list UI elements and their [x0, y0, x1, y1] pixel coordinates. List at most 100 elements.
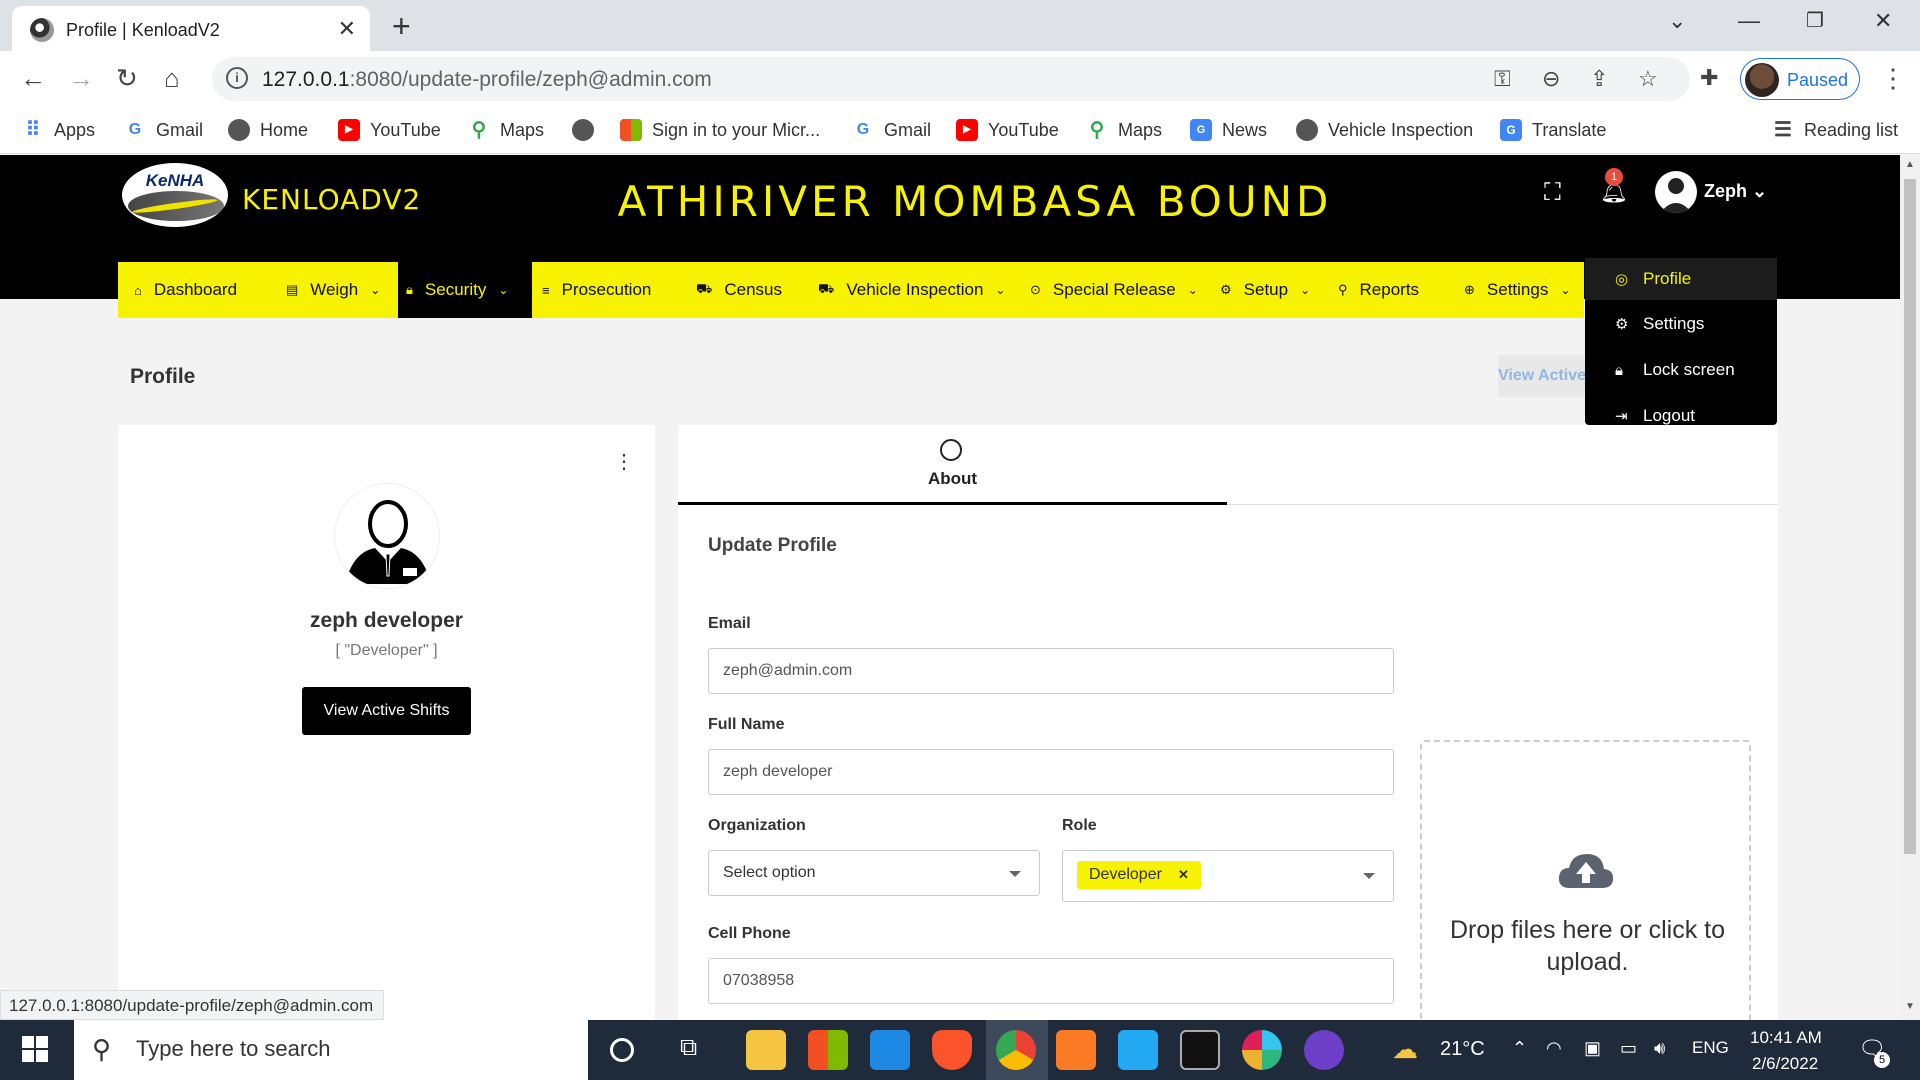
terminal-icon[interactable] — [1180, 1030, 1220, 1070]
bookmark-home[interactable]: Home — [228, 116, 308, 144]
menu-item-setup[interactable]: ⚙ Setup ⌄ — [1220, 262, 1310, 318]
menu-item-security[interactable]: 🔒︎ Security ⌄ — [398, 262, 532, 318]
tab-about[interactable]: About — [678, 425, 1227, 505]
mail-icon[interactable] — [870, 1030, 910, 1070]
home-icon: ⌂ — [134, 282, 142, 298]
dropdown-item-logout[interactable]: ⇥ Logout — [1585, 395, 1777, 437]
share-icon[interactable]: ⇪ — [1590, 66, 1608, 92]
view-active-shifts-button[interactable]: View Active Shifts — [302, 687, 471, 735]
battery-icon[interactable]: ▭ — [1620, 1038, 1637, 1059]
menu-item-special-release[interactable]: ⊙ Special Release ⌄ — [1030, 262, 1198, 318]
fullname-field[interactable] — [708, 749, 1394, 795]
close-tab-icon[interactable]: ✕ — [338, 16, 356, 42]
bookmark-gmail-2[interactable]: G Gmail — [852, 116, 931, 144]
bookmark-apps[interactable]: ⠿ Apps — [22, 116, 95, 144]
more-options-icon[interactable]: ⋮ — [614, 449, 634, 474]
menu-item-reports[interactable]: ⚲ Reports — [1338, 262, 1419, 318]
file-dropzone[interactable]: Drop files here or click to upload. — [1420, 740, 1751, 1020]
home-icon[interactable]: ⌂ — [164, 63, 180, 94]
scroll-up-icon[interactable]: ▲ — [1905, 159, 1915, 170]
reload-icon[interactable]: ↻ — [116, 63, 138, 94]
wifi-icon[interactable]: ◠ — [1546, 1038, 1562, 1059]
window-close-icon[interactable]: ✕ — [1874, 8, 1892, 34]
back-icon[interactable]: ← — [20, 63, 46, 94]
xampp-icon[interactable] — [1056, 1030, 1096, 1070]
key-icon[interactable]: ⚿ — [1494, 66, 1511, 92]
email-field[interactable] — [708, 648, 1394, 694]
menu-item-prosecution[interactable]: ≡ Prosecution — [542, 262, 651, 318]
scroll-down-icon[interactable]: ▼ — [1905, 1001, 1915, 1012]
reading-list[interactable]: ☰ Reading list — [1772, 116, 1898, 144]
browser-tab[interactable]: Profile | KenloadV2 ✕ — [12, 6, 370, 51]
remove-tag-icon[interactable]: ✕ — [1178, 867, 1189, 883]
google-icon: G — [856, 121, 870, 138]
clock-time[interactable]: 10:41 AM — [1750, 1028, 1822, 1048]
user-avatar[interactable] — [1655, 171, 1697, 213]
globe-icon — [572, 119, 594, 141]
new-tab-icon[interactable]: + — [392, 8, 411, 45]
bookmark-translate[interactable]: G Translate — [1500, 116, 1606, 144]
scrollbar-thumb[interactable] — [1904, 179, 1916, 854]
lock-icon: 🔒︎ — [1615, 361, 1623, 379]
view-active-shifts-link[interactable]: View Active Shifts — [1498, 355, 1588, 397]
profile-button[interactable]: Paused — [1740, 58, 1860, 100]
profile-avatar-image — [334, 483, 440, 589]
temperature[interactable]: 21°C — [1440, 1038, 1485, 1061]
organization-select[interactable]: Select option — [708, 850, 1040, 896]
address-bar[interactable]: i 127.0.0.1:8080/update-profile/zeph@adm… — [212, 57, 1690, 101]
role-select[interactable]: Developer ✕ — [1062, 850, 1394, 902]
fullscreen-icon[interactable]: ⛶ — [1544, 179, 1561, 207]
tab-search-chevron-icon[interactable]: ⌄ — [1668, 8, 1686, 34]
user-menu-toggle[interactable]: Zeph ⌄ — [1704, 181, 1767, 202]
bookmark-vehicle-inspection[interactable]: Vehicle Inspection — [1296, 116, 1473, 144]
vscode-icon[interactable] — [1118, 1030, 1158, 1070]
bookmark-gmail[interactable]: G Gmail — [124, 116, 203, 144]
reading-list-icon: ☰ — [1774, 119, 1792, 141]
microsoft-store-icon[interactable] — [808, 1030, 848, 1070]
chrome-icon[interactable] — [996, 1030, 1036, 1070]
menu-item-vehicle-inspection[interactable]: ⛟ Vehicle Inspection ⌄ — [818, 262, 1005, 318]
menu-item-dashboard[interactable]: ⌂ Dashboard — [134, 262, 237, 318]
dropdown-item-lock-screen[interactable]: 🔒︎ Lock screen — [1585, 349, 1777, 391]
menu-item-weigh[interactable]: ▤ Weigh ⌄ — [286, 262, 380, 318]
file-explorer-icon[interactable] — [746, 1030, 786, 1070]
bookmark-youtube-2[interactable]: ▶ YouTube — [956, 116, 1059, 144]
language-indicator[interactable]: ENG — [1692, 1038, 1729, 1058]
paperclip-icon: ⚲ — [1338, 282, 1348, 297]
bookmark-microsoft[interactable]: Sign in to your Micr... — [620, 116, 820, 144]
cellphone-field[interactable] — [708, 958, 1394, 1004]
task-view-icon[interactable]: ⧉ — [680, 1034, 697, 1062]
target-icon: ⊙ — [1030, 282, 1041, 297]
dropdown-item-settings[interactable]: ⚙ Settings — [1585, 303, 1777, 345]
github-desktop-icon[interactable] — [1304, 1030, 1344, 1070]
cortana-icon[interactable] — [610, 1038, 634, 1062]
minimize-icon[interactable]: — — [1738, 8, 1760, 34]
taskbar-search[interactable]: ⚲ Type here to search — [74, 1020, 588, 1080]
bookmark-youtube[interactable]: ▶ YouTube — [338, 116, 441, 144]
bookmark-maps-2[interactable]: ⚲ Maps — [1086, 116, 1162, 144]
browser-tab-strip: Profile | KenloadV2 ✕ + ⌄ — ❐ ✕ — [0, 0, 1920, 51]
dropdown-item-profile[interactable]: ◎ Profile — [1585, 258, 1777, 300]
bookmark-star-icon[interactable]: ☆ — [1638, 66, 1658, 92]
zoom-icon[interactable]: ⊖ — [1542, 66, 1560, 92]
chrome-menu-icon[interactable]: ⋮ — [1880, 63, 1906, 94]
site-info-icon[interactable]: i — [226, 67, 248, 89]
bookmark-maps[interactable]: ⚲ Maps — [468, 116, 544, 144]
brave-browser-icon[interactable] — [932, 1030, 972, 1070]
bookmark-globe[interactable] — [572, 116, 604, 144]
tray-chevron-icon[interactable]: ⌃ — [1512, 1038, 1527, 1059]
extensions-icon[interactable]: ✚ — [1700, 65, 1718, 91]
menu-item-settings[interactable]: ⊕ Settings ⌄ — [1464, 262, 1570, 318]
windows-start-icon[interactable] — [22, 1036, 48, 1062]
device-icon[interactable]: ▣ — [1584, 1038, 1601, 1059]
clock-date[interactable]: 2/6/2022 — [1752, 1054, 1818, 1074]
restore-icon[interactable]: ❐ — [1806, 8, 1824, 33]
bookmark-news[interactable]: G News — [1190, 116, 1267, 144]
forward-icon[interactable]: → — [68, 63, 94, 94]
menu-item-census[interactable]: ⛟ Census — [696, 262, 782, 318]
slack-icon[interactable] — [1242, 1030, 1282, 1070]
volume-icon[interactable]: 🔊︎ — [1654, 1038, 1665, 1059]
weather-icon[interactable]: ☁ — [1392, 1034, 1418, 1065]
page-scrollbar[interactable]: ▲ ▼ — [1900, 155, 1920, 1020]
chevron-down-icon: ⌄ — [370, 283, 381, 297]
